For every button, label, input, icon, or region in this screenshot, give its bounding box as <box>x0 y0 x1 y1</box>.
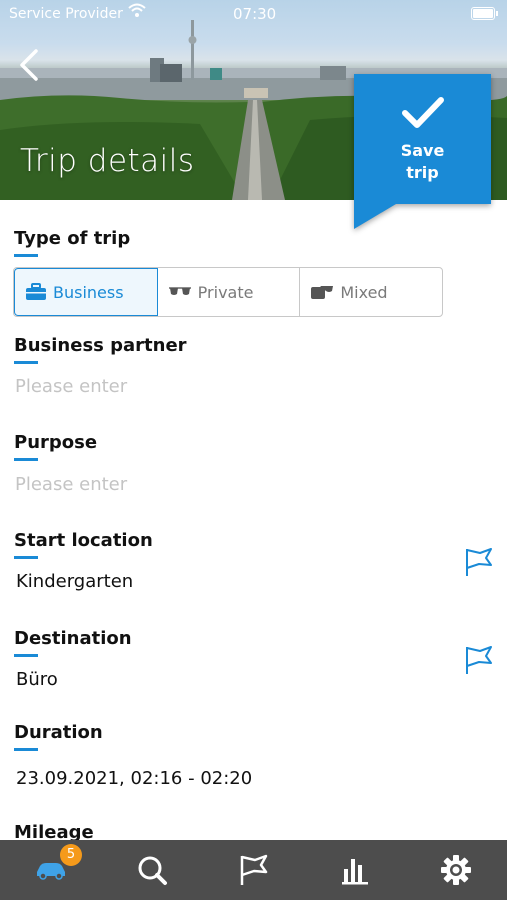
start-location-label: Start location <box>14 530 153 551</box>
business-partner-label: Business partner <box>14 335 187 356</box>
trip-type-segmented-control[interactable]: Business Private Mixed <box>13 267 443 317</box>
tab-places[interactable] <box>203 840 304 900</box>
mixed-icon <box>311 286 334 299</box>
sunglasses-icon <box>168 287 191 295</box>
destination-label: Destination <box>14 628 132 649</box>
flag-icon <box>240 854 267 885</box>
business-partner-input[interactable]: Please enter <box>15 376 127 397</box>
status-bar: Service Provider 07:30 <box>0 0 507 28</box>
bottom-tab-bar: 5 <box>0 840 507 900</box>
section-underline <box>14 556 38 559</box>
checkmark-icon <box>402 97 444 128</box>
destination-value[interactable]: Büro <box>16 669 58 690</box>
trip-type-business[interactable]: Business <box>14 268 158 316</box>
briefcase-icon <box>26 283 46 300</box>
clock-label: 07:30 <box>233 5 277 23</box>
trip-type-mixed[interactable]: Mixed <box>300 268 442 316</box>
save-trip-button[interactable]: Save trip <box>354 74 491 229</box>
back-button[interactable] <box>14 48 44 82</box>
page-title: Trip details <box>20 143 195 179</box>
carrier-label: Service Provider <box>9 6 123 22</box>
tab-settings[interactable] <box>406 840 507 900</box>
purpose-label: Purpose <box>14 432 98 453</box>
save-trip-label: Save trip <box>400 141 445 182</box>
destination-flag-icon[interactable] <box>464 645 494 675</box>
duration-value[interactable]: 23.09.2021, 02:16 - 02:20 <box>16 768 252 789</box>
tab-statistics[interactable] <box>304 840 405 900</box>
trip-type-mixed-label: Mixed <box>340 282 388 302</box>
search-icon <box>138 856 168 885</box>
trip-type-private[interactable]: Private <box>158 268 301 316</box>
duration-label: Duration <box>14 722 103 743</box>
trip-type-private-label: Private <box>197 282 254 302</box>
section-underline <box>14 748 38 751</box>
trips-count-badge: 5 <box>60 844 82 866</box>
wifi-icon <box>128 3 146 17</box>
battery-icon <box>471 7 498 20</box>
tab-search[interactable] <box>101 840 202 900</box>
section-underline <box>14 654 38 657</box>
start-location-value[interactable]: Kindergarten <box>16 571 133 592</box>
section-underline <box>14 458 38 461</box>
start-location-flag-icon[interactable] <box>464 547 494 577</box>
tab-trips[interactable]: 5 <box>0 840 101 900</box>
trip-type-business-label: Business <box>53 282 124 302</box>
trip-type-label: Type of trip <box>14 228 131 249</box>
purpose-input[interactable]: Please enter <box>15 474 127 495</box>
section-underline <box>14 254 38 257</box>
bar-chart-icon <box>341 859 368 885</box>
gear-icon <box>441 855 472 885</box>
section-underline <box>14 361 38 364</box>
